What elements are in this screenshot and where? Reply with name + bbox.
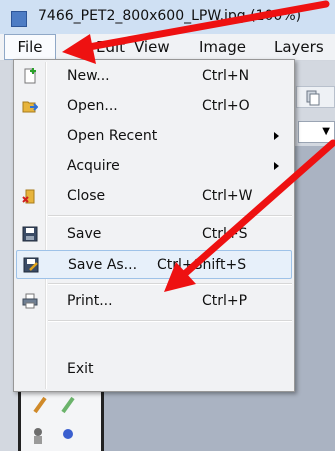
menu-view[interactable]: View <box>134 34 170 60</box>
menu-item-shortcut: Ctrl+W <box>202 188 253 204</box>
window-title: 7466_PET2_800x600_LPW.jpg (100%) <box>38 8 302 24</box>
app-icon <box>11 11 27 27</box>
menu-item-shortcut: Ctrl+O <box>202 98 250 114</box>
close-folder-icon <box>22 189 35 204</box>
submenu-arrow-icon <box>274 162 279 170</box>
menu-item-label: Open Recent <box>67 128 158 144</box>
save-disk-icon <box>22 226 38 242</box>
new-document-icon <box>24 68 36 84</box>
menu-item-open-recent[interactable]: Open Recent <box>16 122 292 151</box>
file-menu-dropdown: New... Ctrl+N Open... Ctrl+O Open Recent… <box>13 59 295 392</box>
menu-item-label: Open... <box>67 98 118 114</box>
menu-item-save[interactable]: Save Ctrl+S <box>16 220 292 249</box>
menu-item-shortcut: Ctrl+S <box>202 226 248 242</box>
menu-edit[interactable]: Edit <box>96 34 125 60</box>
menu-file[interactable]: File <box>4 34 56 60</box>
menu-item-label: Exit <box>67 361 94 377</box>
menu-separator <box>48 283 292 285</box>
menu-item-exit[interactable]: Exit <box>16 355 292 384</box>
paste-icon <box>306 90 320 106</box>
menu-separator <box>48 215 292 217</box>
menu-item-shortcut: Ctrl+N <box>202 68 250 84</box>
title-bar: 7466_PET2_800x600_LPW.jpg (100%) <box>0 0 335 35</box>
menu-item-label: Print... <box>67 293 113 309</box>
menu-item-shortcut: Ctrl+Shift+S <box>157 257 247 273</box>
menu-item-shortcut: Ctrl+P <box>202 293 248 309</box>
menu-item-new[interactable]: New... Ctrl+N <box>16 62 292 91</box>
menu-item-label: Save As... <box>68 257 138 273</box>
submenu-arrow-icon <box>274 132 279 140</box>
clone-stamp-icon <box>34 428 42 436</box>
recolor-icon <box>63 429 73 439</box>
save-as-icon <box>23 257 39 273</box>
printer-icon <box>22 293 38 309</box>
toolbar-fragment <box>296 86 335 108</box>
pencil-icon <box>33 396 47 414</box>
menu-bar: File Edit View Image Layers <box>0 34 335 61</box>
menu-item-close[interactable]: Close Ctrl+W <box>16 182 292 211</box>
menu-item-label: Close <box>67 188 106 204</box>
menu-item-acquire[interactable]: Acquire <box>16 152 292 181</box>
menu-separator <box>48 320 292 322</box>
menu-layers[interactable]: Layers <box>274 34 324 60</box>
menu-item-label: New... <box>67 68 110 84</box>
menu-item-save-as[interactable]: Save As... Ctrl+Shift+S <box>16 250 292 279</box>
open-folder-icon <box>22 101 38 113</box>
zoom-combo[interactable]: ▼ <box>298 121 335 143</box>
menu-item-open[interactable]: Open... Ctrl+O <box>16 92 292 121</box>
eyedropper-icon <box>61 396 75 414</box>
menu-item-label: Save <box>67 226 102 242</box>
menu-image[interactable]: Image <box>199 34 246 60</box>
menu-item-label: Acquire <box>67 158 120 174</box>
menu-item-print[interactable]: Print... Ctrl+P <box>16 287 292 316</box>
